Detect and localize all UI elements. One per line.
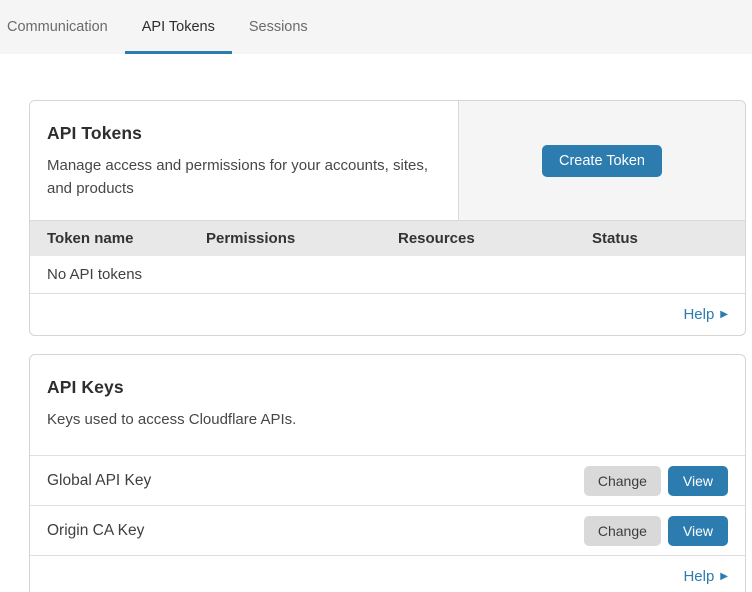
key-row-global-api-key: Global API Key Change View bbox=[30, 455, 745, 505]
column-header-token-name: Token name bbox=[47, 230, 206, 247]
create-token-button[interactable]: Create Token bbox=[542, 145, 662, 177]
token-table-header: Token name Permissions Resources Status bbox=[30, 220, 745, 256]
column-header-status: Status bbox=[592, 230, 745, 247]
api-tokens-title: API Tokens bbox=[47, 123, 441, 144]
api-keys-card: API Keys Keys used to access Cloudflare … bbox=[29, 354, 746, 592]
column-header-resources: Resources bbox=[398, 230, 592, 247]
token-table-empty-row: No API tokens bbox=[30, 256, 745, 293]
api-tokens-card-header-action: Create Token bbox=[459, 101, 745, 220]
api-tokens-card-header: API Tokens Manage access and permissions… bbox=[30, 101, 745, 220]
origin-ca-key-change-button[interactable]: Change bbox=[584, 516, 661, 546]
api-tokens-description: Manage access and permissions for your a… bbox=[47, 154, 441, 200]
help-arrow-icon: ▶ bbox=[720, 571, 728, 582]
help-arrow-icon: ▶ bbox=[720, 309, 728, 320]
key-name-origin-ca-key: Origin CA Key bbox=[47, 522, 584, 540]
global-api-key-change-button[interactable]: Change bbox=[584, 466, 661, 496]
api-tokens-card: API Tokens Manage access and permissions… bbox=[29, 100, 746, 336]
global-api-key-view-button[interactable]: View bbox=[668, 466, 728, 496]
api-keys-help-row: Help ▶ bbox=[30, 555, 745, 592]
api-tokens-help-row: Help ▶ bbox=[30, 293, 745, 335]
key-row-origin-ca-key: Origin CA Key Change View bbox=[30, 505, 745, 555]
help-link-label: Help bbox=[683, 306, 714, 323]
api-keys-card-header: API Keys Keys used to access Cloudflare … bbox=[30, 355, 745, 455]
no-api-tokens-message: No API tokens bbox=[47, 266, 142, 283]
api-tokens-help-link[interactable]: Help ▶ bbox=[683, 306, 728, 323]
tab-api-tokens[interactable]: API Tokens bbox=[125, 0, 232, 54]
api-keys-title: API Keys bbox=[47, 377, 728, 398]
help-link-label: Help bbox=[683, 568, 714, 585]
tab-sessions[interactable]: Sessions bbox=[232, 0, 325, 54]
api-keys-help-link[interactable]: Help ▶ bbox=[683, 568, 728, 585]
tab-communication[interactable]: Communication bbox=[0, 0, 125, 54]
column-header-permissions: Permissions bbox=[206, 230, 398, 247]
key-name-global-api-key: Global API Key bbox=[47, 472, 584, 490]
api-keys-description: Keys used to access Cloudflare APIs. bbox=[47, 408, 728, 431]
tab-bar: Communication API Tokens Sessions bbox=[0, 0, 752, 54]
origin-ca-key-view-button[interactable]: View bbox=[668, 516, 728, 546]
api-tokens-card-header-info: API Tokens Manage access and permissions… bbox=[30, 101, 459, 220]
